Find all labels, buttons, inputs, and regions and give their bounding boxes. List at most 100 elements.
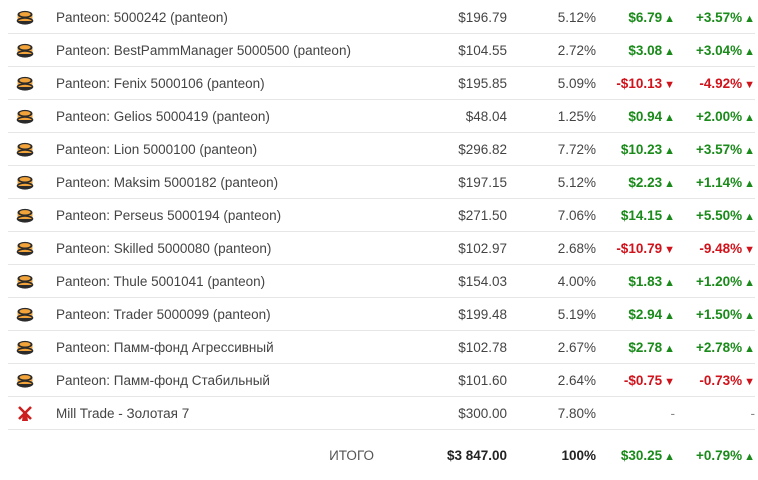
row-share: 1.25% — [507, 100, 596, 133]
row-value: $102.78 — [390, 331, 507, 364]
panteon-coin-icon — [16, 41, 34, 59]
arrow-up-icon: ▲ — [744, 13, 755, 25]
row-share: 5.09% — [507, 67, 596, 100]
row-percent: +1.50%▲ — [675, 298, 755, 331]
arrow-up-icon: ▲ — [664, 178, 675, 190]
arrow-down-icon: ▼ — [744, 79, 755, 91]
panteon-coin-icon — [16, 305, 34, 323]
fund-name-link[interactable]: Panteon: Skilled 5000080 (panteon) — [56, 241, 271, 256]
row-name-cell: Panteon: Gelios 5000419 (panteon) — [56, 100, 390, 133]
table-row: Panteon: Lion 5000100 (panteon)$296.827.… — [8, 133, 755, 166]
row-name-cell: Mill Trade - Золотая 7 — [56, 397, 390, 430]
row-profit-text: $3.08 — [628, 43, 662, 58]
row-profit: $2.23▲ — [596, 166, 675, 199]
row-percent-text: +5.50% — [696, 208, 742, 223]
row-icon-cell — [8, 232, 56, 265]
table-row: Panteon: BestPammManager 5000500 (panteo… — [8, 34, 755, 67]
row-percent: +3.57%▲ — [675, 133, 755, 166]
total-icon-cell — [8, 430, 56, 480]
row-percent-text: +2.00% — [696, 109, 742, 124]
fund-name-link[interactable]: Panteon: Gelios 5000419 (panteon) — [56, 109, 270, 124]
row-value: $154.03 — [390, 265, 507, 298]
row-name-cell: Panteon: BestPammManager 5000500 (panteo… — [56, 34, 390, 67]
fund-name-link[interactable]: Panteon: Trader 5000099 (panteon) — [56, 307, 271, 322]
row-profit: - — [596, 397, 675, 430]
row-percent-text: +2.78% — [696, 340, 742, 355]
row-percent-text: +3.04% — [696, 43, 742, 58]
fund-name-link[interactable]: Panteon: 5000242 (panteon) — [56, 10, 228, 25]
table-row: Panteon: Gelios 5000419 (panteon)$48.041… — [8, 100, 755, 133]
fund-name-link[interactable]: Panteon: Maksim 5000182 (panteon) — [56, 175, 278, 190]
row-profit: $1.83▲ — [596, 265, 675, 298]
row-profit: $3.08▲ — [596, 34, 675, 67]
row-share: 7.72% — [507, 133, 596, 166]
row-percent: +2.78%▲ — [675, 331, 755, 364]
row-profit-text: $2.78 — [628, 340, 662, 355]
row-value: $199.48 — [390, 298, 507, 331]
table-row: Mill Trade - Золотая 7$300.007.80%-- — [8, 397, 755, 430]
row-value: $271.50 — [390, 199, 507, 232]
row-share: 2.72% — [507, 34, 596, 67]
row-icon-cell — [8, 1, 56, 34]
row-profit: $2.78▲ — [596, 331, 675, 364]
row-percent: +3.04%▲ — [675, 34, 755, 67]
arrow-up-icon: ▲ — [744, 112, 755, 124]
row-percent: -9.48%▼ — [675, 232, 755, 265]
row-value: $101.60 — [390, 364, 507, 397]
total-percent: +0.79%▲ — [675, 430, 755, 480]
row-icon-cell — [8, 331, 56, 364]
panteon-coin-icon — [16, 371, 34, 389]
fund-name-link[interactable]: Panteon: Perseus 5000194 (panteon) — [56, 208, 281, 223]
row-share: 4.00% — [507, 265, 596, 298]
row-profit: $10.23▲ — [596, 133, 675, 166]
row-profit-text: $10.23 — [621, 142, 662, 157]
row-share: 2.68% — [507, 232, 596, 265]
row-share: 7.06% — [507, 199, 596, 232]
arrow-up-icon: ▲ — [664, 277, 675, 289]
arrow-down-icon: ▼ — [744, 244, 755, 256]
row-profit: -$10.79▼ — [596, 232, 675, 265]
row-percent: +2.00%▲ — [675, 100, 755, 133]
row-name-cell: Panteon: Trader 5000099 (panteon) — [56, 298, 390, 331]
row-name-cell: Panteon: Thule 5001041 (panteon) — [56, 265, 390, 298]
row-profit-text: $6.79 — [628, 10, 662, 25]
row-icon-cell — [8, 199, 56, 232]
fund-name-link[interactable]: Panteon: Lion 5000100 (panteon) — [56, 142, 257, 157]
row-percent-text: +3.57% — [696, 10, 742, 25]
fund-name-link[interactable]: Mill Trade - Золотая 7 — [56, 406, 189, 421]
arrow-up-icon: ▲ — [744, 178, 755, 190]
arrow-up-icon: ▲ — [744, 343, 755, 355]
row-profit-text: -$10.13 — [616, 76, 662, 91]
row-profit: $6.79▲ — [596, 1, 675, 34]
row-percent-text: +1.50% — [696, 307, 742, 322]
portfolio-rows: Panteon: 5000242 (panteon)$196.795.12%$6… — [8, 1, 755, 430]
arrow-up-icon: ▲ — [664, 451, 675, 463]
panteon-coin-icon — [16, 239, 34, 257]
fund-name-link[interactable]: Panteon: Fenix 5000106 (panteon) — [56, 76, 265, 91]
arrow-down-icon: ▼ — [664, 79, 675, 91]
row-profit: $0.94▲ — [596, 100, 675, 133]
row-icon-cell — [8, 34, 56, 67]
row-value: $102.97 — [390, 232, 507, 265]
row-value: $104.55 — [390, 34, 507, 67]
row-percent: -4.92%▼ — [675, 67, 755, 100]
row-value: $195.85 — [390, 67, 507, 100]
portfolio-table: Panteon: 5000242 (panteon)$196.795.12%$6… — [8, 1, 755, 480]
row-profit-text: $14.15 — [621, 208, 662, 223]
fund-name-link[interactable]: Panteon: BestPammManager 5000500 (panteo… — [56, 43, 351, 58]
fund-name-link[interactable]: Panteon: Памм-фонд Стабильный — [56, 373, 270, 388]
row-share: 5.12% — [507, 1, 596, 34]
row-percent: - — [675, 397, 755, 430]
row-icon-cell — [8, 397, 56, 430]
arrow-up-icon: ▲ — [664, 13, 675, 25]
arrow-up-icon: ▲ — [744, 451, 755, 463]
row-name-cell: Panteon: 5000242 (panteon) — [56, 1, 390, 34]
row-percent: +1.20%▲ — [675, 265, 755, 298]
row-share: 5.12% — [507, 166, 596, 199]
row-profit-text: $2.94 — [628, 307, 662, 322]
fund-name-link[interactable]: Panteon: Памм-фонд Агрессивный — [56, 340, 274, 355]
fund-name-link[interactable]: Panteon: Thule 5001041 (panteon) — [56, 274, 265, 289]
arrow-up-icon: ▲ — [744, 145, 755, 157]
arrow-up-icon: ▲ — [664, 112, 675, 124]
row-profit-text: -$0.75 — [624, 373, 662, 388]
